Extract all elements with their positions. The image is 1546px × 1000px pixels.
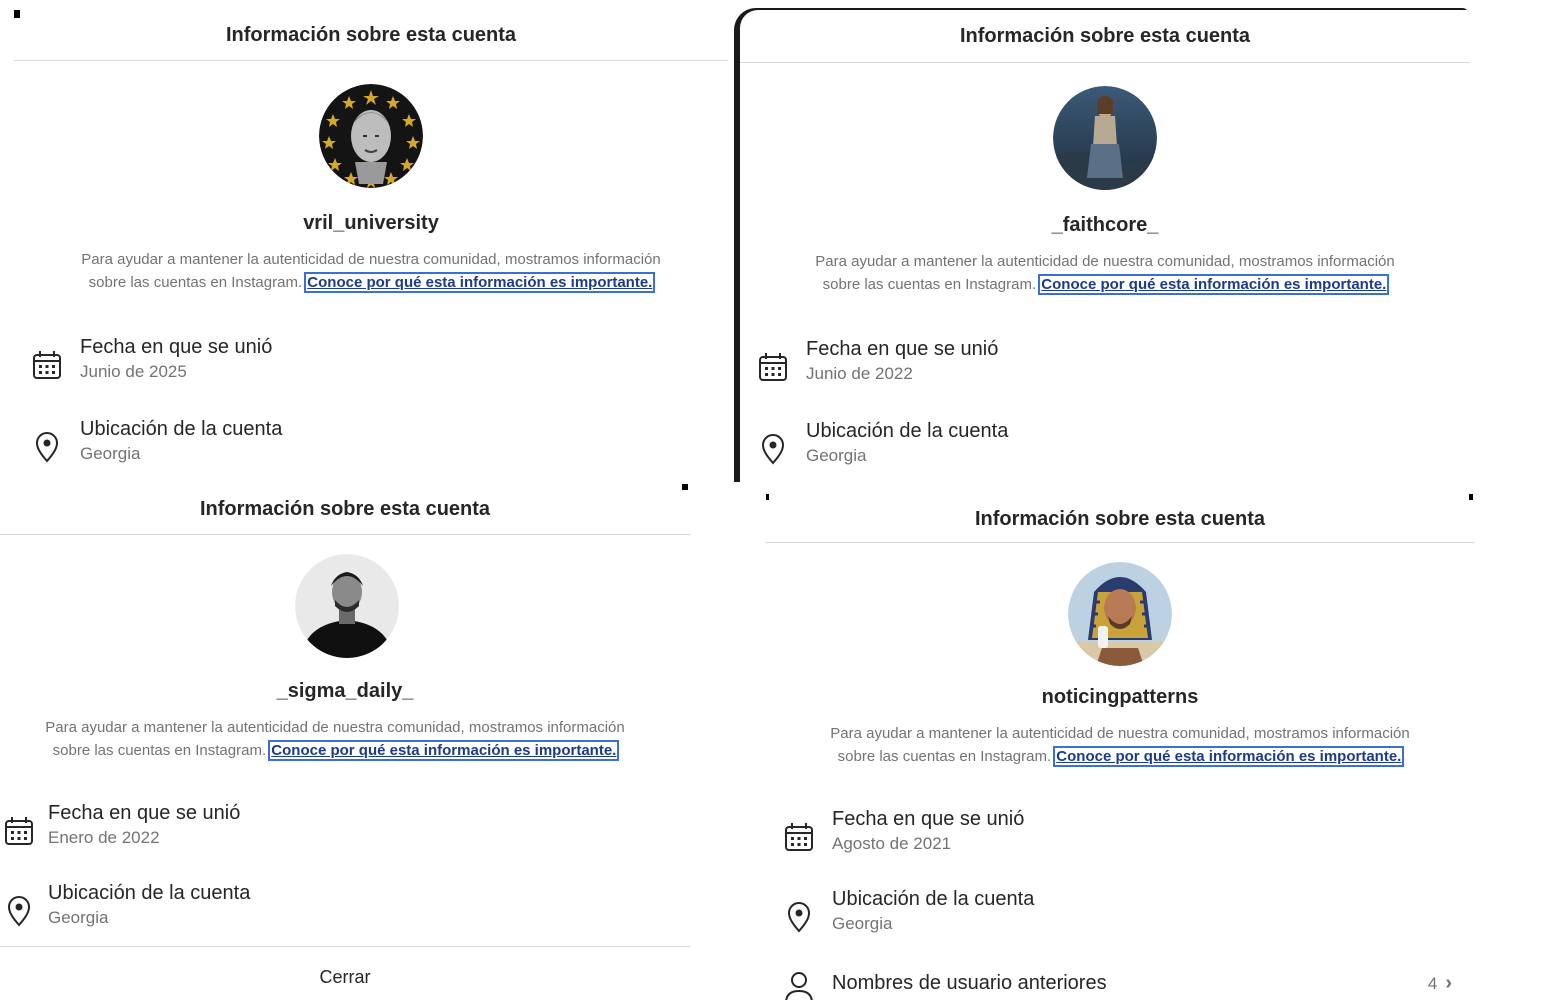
- joined-label: Fecha en que se unió: [80, 336, 273, 358]
- account-info-panel-sigma: Información sobre esta cuenta _sigma_dai…: [0, 484, 690, 1000]
- joined-value: Junio de 2022: [806, 364, 913, 383]
- learn-more-link[interactable]: Conoce por qué esta información es impor…: [268, 740, 620, 761]
- learn-more-link[interactable]: Conoce por qué esta información es impor…: [304, 272, 656, 293]
- joined-row: Fecha en que se unió Junio de 2025: [14, 336, 728, 392]
- user-icon: [782, 970, 816, 1000]
- location-pin-icon: [30, 430, 64, 464]
- joined-label: Fecha en que se unió: [806, 338, 999, 360]
- joined-value: Junio de 2025: [80, 362, 187, 381]
- panel-title: Información sobre esta cuenta: [740, 10, 1470, 63]
- location-pin-icon: [2, 894, 36, 928]
- former-usernames-chevron: 4 ›: [1428, 972, 1452, 995]
- location-value: Georgia: [80, 444, 141, 463]
- description-line2: sobre las cuentas en Instagram.: [52, 742, 267, 759]
- account-info-panel-noticingpatterns: Información sobre esta cuenta noticingpa…: [766, 496, 1474, 1000]
- location-row: Ubicación de la cuenta Georgia: [740, 420, 1470, 476]
- crop-mark: [14, 10, 20, 18]
- panel-title: Información sobre esta cuenta: [0, 484, 690, 535]
- joined-row: Fecha en que se unió Agosto de 2021: [766, 808, 1474, 864]
- location-row: Ubicación de la cuenta Georgia: [766, 888, 1474, 944]
- location-value: Georgia: [832, 914, 893, 933]
- location-row: Ubicación de la cuenta Georgia: [0, 882, 690, 938]
- learn-more-link[interactable]: Conoce por qué esta información es impor…: [1038, 274, 1390, 295]
- description: Para ayudar a mantener la autenticidad d…: [10, 716, 660, 762]
- username: _faithcore_: [1051, 214, 1159, 236]
- description-line1: Para ayudar a mantener la autenticidad d…: [830, 725, 1410, 742]
- location-label: Ubicación de la cuenta: [832, 888, 1035, 910]
- location-pin-icon: [756, 432, 790, 466]
- location-label: Ubicación de la cuenta: [80, 418, 283, 440]
- avatar[interactable]: [1053, 86, 1157, 190]
- calendar-icon: [782, 820, 816, 854]
- location-value: Georgia: [48, 908, 109, 927]
- avatar[interactable]: [319, 84, 423, 188]
- description-line1: Para ayudar a mantener la autenticidad d…: [815, 253, 1395, 270]
- joined-row: Fecha en que se unió Junio de 2022: [740, 338, 1470, 394]
- crop-mark: [1469, 494, 1473, 500]
- chevron-right-icon: ›: [1445, 972, 1452, 994]
- former-usernames-row[interactable]: Nombres de usuario anteriores 4 ›: [766, 970, 1474, 1000]
- description: Para ayudar a mantener la autenticidad d…: [796, 722, 1444, 768]
- location-pin-icon: [782, 900, 816, 934]
- joined-row: Fecha en que se unió Enero de 2022: [0, 802, 690, 858]
- location-value: Georgia: [806, 446, 867, 465]
- username: noticingpatterns: [1041, 686, 1199, 708]
- location-label: Ubicación de la cuenta: [806, 420, 1009, 442]
- crop-mark: [766, 494, 769, 500]
- location-row: Ubicación de la cuenta Georgia: [14, 418, 728, 474]
- joined-value: Enero de 2022: [48, 828, 160, 847]
- calendar-icon: [2, 814, 36, 848]
- joined-label: Fecha en que se unió: [832, 808, 1025, 830]
- calendar-icon: [30, 348, 64, 382]
- account-info-panel-vril: Información sobre esta cuenta vril_unive…: [14, 10, 728, 482]
- description-line2: sobre las cuentas en Instagram.: [837, 748, 1052, 765]
- description-line1: Para ayudar a mantener la autenticidad d…: [45, 719, 625, 736]
- joined-value: Agosto de 2021: [832, 834, 952, 853]
- avatar[interactable]: [295, 554, 399, 658]
- crop-mark: [682, 484, 688, 490]
- username: _sigma_daily_: [276, 680, 414, 702]
- panel-title: Información sobre esta cuenta: [14, 10, 728, 61]
- description: Para ayudar a mantener la autenticidad d…: [44, 248, 698, 294]
- panel-title: Información sobre esta cuenta: [766, 496, 1474, 543]
- learn-more-link[interactable]: Conoce por qué esta información es impor…: [1053, 746, 1405, 767]
- description-line2: sobre las cuentas en Instagram.: [88, 274, 303, 291]
- account-info-panel-faithcore: Información sobre esta cuenta _faithcore…: [734, 8, 1470, 482]
- description: Para ayudar a mantener la autenticidad d…: [770, 250, 1440, 296]
- avatar[interactable]: [1068, 562, 1172, 666]
- joined-label: Fecha en que se unió: [48, 802, 241, 824]
- calendar-icon: [756, 350, 790, 384]
- former-usernames-count: 4: [1427, 974, 1438, 993]
- username: vril_university: [303, 212, 439, 234]
- former-usernames-label: Nombres de usuario anteriores: [832, 972, 1107, 994]
- location-label: Ubicación de la cuenta: [48, 882, 251, 904]
- close-button[interactable]: Cerrar: [0, 946, 690, 999]
- description-line1: Para ayudar a mantener la autenticidad d…: [81, 251, 661, 268]
- description-line2: sobre las cuentas en Instagram.: [822, 276, 1037, 293]
